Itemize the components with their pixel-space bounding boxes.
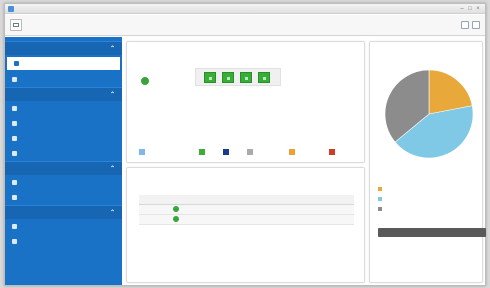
overview-icon — [14, 61, 19, 66]
legend-entry — [223, 148, 231, 156]
toolbar — [5, 15, 485, 36]
status-cell — [169, 204, 262, 215]
maximize-button[interactable]: □ — [467, 6, 473, 12]
sidebar-item-overview[interactable] — [7, 57, 120, 70]
cell — [292, 204, 324, 215]
external-device-icon — [12, 239, 17, 244]
sidebar-section-header[interactable]: ⌃ — [5, 161, 122, 175]
legend-swatch — [223, 149, 229, 155]
column-header[interactable] — [261, 195, 293, 205]
disk-icon — [12, 106, 17, 111]
cell — [323, 214, 354, 225]
collapse-caret-icon[interactable]: ⌃ — [110, 206, 115, 220]
cell — [261, 214, 293, 225]
help-icon[interactable] — [472, 21, 480, 29]
storage-row — [378, 205, 488, 213]
cell — [323, 204, 354, 215]
sidebar-item[interactable] — [5, 72, 122, 87]
ready-status-icon — [172, 216, 179, 222]
legend-swatch — [329, 149, 335, 155]
manage-button[interactable] — [378, 228, 486, 237]
collapse-caret-icon[interactable]: ⌃ — [110, 88, 115, 102]
storage-manager-window: – □ × ⌃ ⌃ ⌃ ⌃ — [4, 3, 486, 286]
legend-swatch — [247, 149, 253, 155]
sidebar-item[interactable] — [5, 146, 122, 161]
sidebar-item[interactable] — [5, 101, 122, 116]
disk-slot[interactable] — [204, 72, 216, 83]
iscsi-icon — [12, 180, 17, 185]
collapse-caret-icon[interactable]: ⌃ — [110, 42, 115, 56]
legend-entry — [247, 148, 255, 156]
legend-swatch — [378, 197, 382, 201]
volume-name — [139, 204, 170, 215]
cache-icon — [12, 136, 17, 141]
disk-slot[interactable] — [240, 72, 252, 83]
ready-status-icon — [172, 206, 179, 212]
legend-swatch — [199, 149, 205, 155]
sidebar-section-header[interactable]: ⌃ — [5, 87, 122, 101]
sidebar-item[interactable] — [5, 131, 122, 146]
sidebar-section-header[interactable]: ⌃ — [5, 41, 122, 55]
legend-entry — [329, 148, 337, 156]
close-button[interactable]: × — [475, 6, 481, 12]
utilization-icon — [12, 77, 17, 82]
collapse-caret-icon[interactable]: ⌃ — [110, 162, 115, 176]
legend-swatch — [139, 149, 145, 155]
table-row[interactable] — [139, 214, 354, 225]
column-header[interactable] — [292, 195, 324, 205]
app-icon — [8, 6, 14, 12]
disk-bay-strip — [195, 68, 281, 86]
drive-icon — [13, 23, 19, 27]
disk-slot[interactable] — [258, 72, 270, 83]
legend-swatch — [378, 207, 382, 211]
network-disk-icon — [12, 224, 17, 229]
storage-space-icon — [12, 121, 17, 126]
legend-entry — [289, 148, 297, 156]
sidebar: ⌃ ⌃ ⌃ ⌃ — [5, 37, 122, 285]
cell — [261, 204, 293, 215]
disk-legend — [139, 148, 358, 156]
system-status — [141, 76, 151, 86]
legend-swatch — [289, 149, 295, 155]
legend-swatch — [378, 187, 382, 191]
column-header[interactable] — [139, 195, 170, 205]
pie-svg — [384, 69, 474, 159]
column-header[interactable] — [169, 195, 262, 205]
snapshot-icon — [12, 151, 17, 156]
disk-slot[interactable] — [222, 72, 234, 83]
table-row[interactable] — [139, 204, 354, 215]
status-cell — [169, 214, 262, 225]
storage-pool-panel — [369, 41, 486, 283]
volume-list-panel — [126, 167, 365, 283]
storage-row — [378, 185, 488, 193]
legend-entry — [199, 148, 207, 156]
lun-icon — [12, 195, 17, 200]
volume-table — [139, 195, 354, 225]
healthy-status-icon — [141, 77, 149, 85]
storage-view-button[interactable] — [10, 19, 22, 31]
volume-name — [139, 214, 170, 225]
sidebar-item[interactable] — [5, 234, 122, 249]
column-header[interactable] — [323, 195, 354, 205]
legend-entry — [139, 148, 147, 156]
sidebar-item[interactable] — [5, 219, 122, 234]
minimize-button[interactable]: – — [459, 6, 465, 12]
sidebar-item[interactable] — [5, 190, 122, 205]
table-header-row — [139, 195, 354, 205]
storage-row — [378, 195, 488, 203]
sidebar-section-header[interactable]: ⌃ — [5, 205, 122, 219]
sidebar-item[interactable] — [5, 175, 122, 190]
cell — [292, 214, 324, 225]
title-bar[interactable]: – □ × — [5, 4, 485, 14]
storage-pie-chart — [383, 68, 475, 160]
sidebar-item[interactable] — [5, 116, 122, 131]
system-status-panel — [126, 41, 365, 163]
more-icon[interactable] — [461, 21, 469, 29]
